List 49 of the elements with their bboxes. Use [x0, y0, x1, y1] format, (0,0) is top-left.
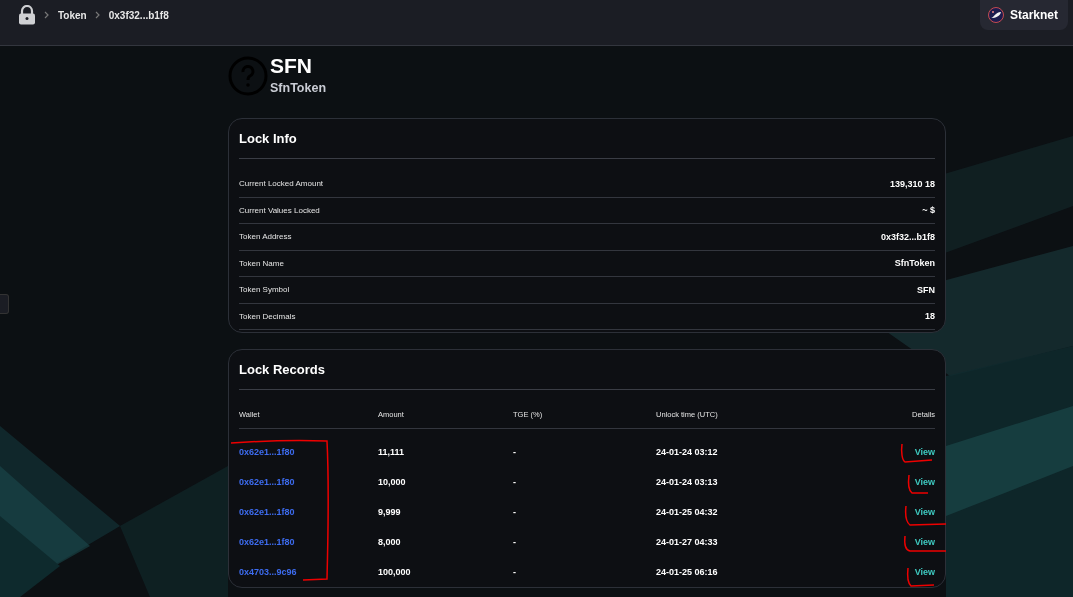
wallet-link[interactable]: 0x62e1...1f80 [239, 447, 295, 457]
info-value: 0x3f32...b1f8 [880, 231, 935, 242]
view-link[interactable]: View [914, 507, 935, 517]
table-cell: - [513, 567, 516, 577]
table-cell: - [513, 537, 516, 547]
chevron-icon [94, 11, 101, 19]
breadcrumb-link[interactable]: 0x3f32...b1f8 [108, 9, 169, 21]
info-label: Token Decimals [239, 311, 296, 321]
breadcrumb-link[interactable]: Token [58, 9, 87, 21]
chevron-icon [44, 11, 50, 19]
card-title: Lock Records [239, 350, 935, 390]
view-link[interactable]: View [914, 447, 935, 457]
table-cell: - [513, 507, 516, 517]
info-value: 139,310 18 [889, 178, 935, 189]
card-title: Lock Info [239, 119, 935, 159]
view-link[interactable]: View [914, 537, 935, 547]
table-cell: - [513, 477, 516, 487]
table-cell: 8,000 [378, 537, 401, 547]
table-cell: 11,111 [378, 447, 405, 457]
info-value: ~ $ [922, 205, 935, 216]
token-symbol: SFN [270, 54, 313, 78]
info-label: Token Address [239, 232, 292, 242]
info-value: SFN [917, 284, 935, 295]
info-label: Current Locked Amount [239, 179, 324, 189]
network-button[interactable]: Starknet [979, 0, 1068, 30]
wallet-link[interactable]: 0x4703...9c96 [239, 567, 297, 577]
info-value: 18 [925, 311, 935, 322]
token-name: SfnToken [270, 81, 327, 95]
table-cell: 9,999 [378, 507, 401, 517]
info-value: SfnToken [894, 258, 935, 269]
wallet-link[interactable]: 0x62e1...1f80 [239, 477, 295, 487]
view-link[interactable]: View [914, 567, 935, 577]
info-label: Token Symbol [239, 285, 290, 295]
view-link[interactable]: View [914, 477, 935, 487]
table-cell: 24-01-25 06:16 [656, 567, 718, 577]
table-cell: 100,000 [378, 567, 411, 577]
info-label: Token Name [239, 258, 284, 268]
table-cell: 24-01-24 03:13 [656, 477, 718, 487]
wallet-link[interactable]: 0x62e1...1f80 [239, 507, 295, 517]
table-cell: 24-01-25 04:32 [656, 507, 718, 517]
lock-icon[interactable] [18, 5, 36, 25]
logo-icon [987, 7, 1004, 23]
collapse-handle[interactable] [0, 294, 9, 314]
table-cell: 10,000 [378, 477, 406, 487]
info-label: Current Values Locked [239, 205, 320, 215]
wallet-link[interactable]: 0x62e1...1f80 [239, 537, 295, 547]
table-cell: 24-01-27 04:33 [656, 537, 718, 547]
table-cell: - [513, 447, 516, 457]
table-cell: 24-01-24 03:12 [656, 447, 718, 457]
